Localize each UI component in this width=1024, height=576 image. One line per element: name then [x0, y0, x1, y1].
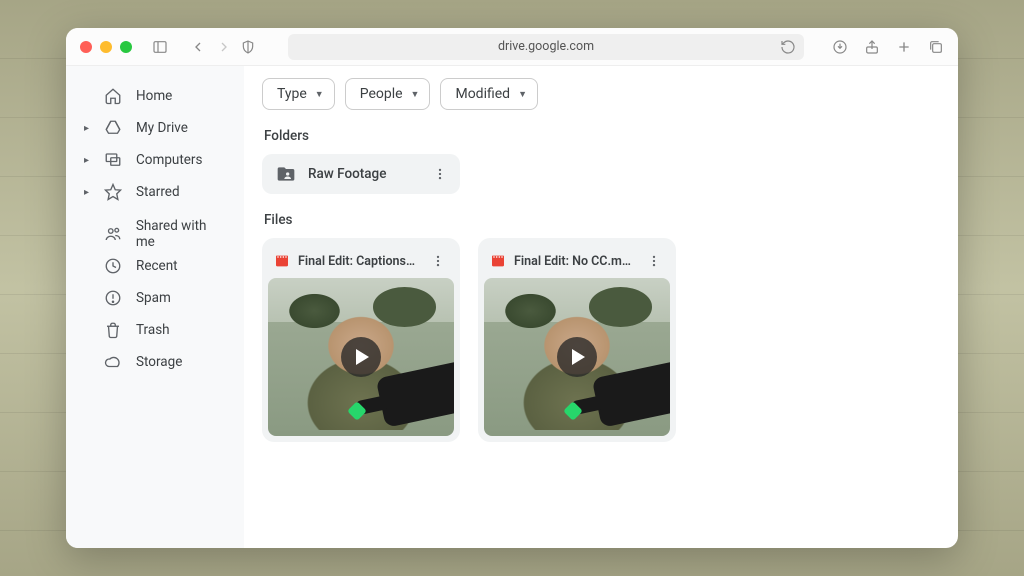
section-heading-files: Files — [264, 212, 940, 228]
kebab-icon — [431, 254, 445, 268]
video-file-icon — [274, 253, 290, 269]
chevron-down-icon: ▼ — [518, 89, 527, 100]
sidebar-item-starred[interactable]: ▸ Starred — [74, 176, 236, 208]
titlebar-right — [832, 39, 944, 55]
main-content: Type ▼ People ▼ Modified ▼ Folders Raw F… — [244, 66, 958, 548]
filter-type[interactable]: Type ▼ — [262, 78, 335, 110]
window-controls — [80, 41, 132, 53]
sidebar-item-label: Trash — [136, 322, 170, 338]
thumbnail-decor — [592, 362, 670, 428]
chevron-down-icon: ▼ — [411, 89, 420, 100]
file-grid: Final Edit: Captions.mp4 — [262, 238, 940, 442]
url-text: drive.google.com — [498, 39, 594, 54]
sidebar-group-primary: Home ▸ My Drive ▸ Computers ▸ Starred — [74, 80, 236, 208]
kebab-icon — [647, 254, 661, 268]
file-header: Final Edit: No CC.mp4 — [484, 244, 670, 278]
sidebar-item-spam[interactable]: Spam — [74, 282, 236, 314]
sidebar-item-home[interactable]: Home — [74, 80, 236, 112]
new-tab-icon[interactable] — [896, 39, 912, 55]
folder-name: Raw Footage — [308, 166, 416, 182]
sidebar-item-storage[interactable]: Storage — [74, 346, 236, 378]
share-icon[interactable] — [864, 39, 880, 55]
sidebar-item-label: Computers — [136, 152, 202, 168]
sidebar-item-recent[interactable]: Recent — [74, 250, 236, 282]
expand-caret-icon[interactable]: ▸ — [84, 123, 90, 134]
sidebar-item-label: Starred — [136, 184, 180, 200]
reload-icon[interactable] — [780, 39, 796, 55]
home-icon — [104, 87, 122, 105]
section-heading-folders: Folders — [264, 128, 940, 144]
url-bar[interactable]: drive.google.com — [288, 34, 804, 60]
expand-caret-icon[interactable]: ▸ — [84, 155, 90, 166]
chip-label: People — [360, 86, 403, 102]
trash-icon — [104, 321, 122, 339]
forward-button[interactable] — [216, 39, 232, 55]
file-more-button[interactable] — [426, 249, 450, 273]
file-name: Final Edit: No CC.mp4 — [514, 254, 634, 269]
filter-people[interactable]: People ▼ — [345, 78, 431, 110]
browser-window: drive.google.com Home ▸ My Drive — [66, 28, 958, 548]
app-body: Home ▸ My Drive ▸ Computers ▸ Starred — [66, 66, 958, 548]
maximize-window-button[interactable] — [120, 41, 132, 53]
file-card[interactable]: Final Edit: Captions.mp4 — [262, 238, 460, 442]
sidebar-toggle-icon[interactable] — [152, 39, 168, 55]
computers-icon — [104, 151, 122, 169]
filter-modified[interactable]: Modified ▼ — [440, 78, 538, 110]
sidebar: Home ▸ My Drive ▸ Computers ▸ Starred — [66, 66, 244, 548]
back-button[interactable] — [190, 39, 206, 55]
titlebar: drive.google.com — [66, 28, 958, 66]
nav-arrows — [190, 39, 232, 55]
folder-shared-icon — [276, 164, 296, 184]
folder-card[interactable]: Raw Footage — [262, 154, 460, 194]
minimize-window-button[interactable] — [100, 41, 112, 53]
sidebar-item-label: Home — [136, 88, 172, 104]
kebab-icon — [433, 167, 447, 181]
file-name: Final Edit: Captions.mp4 — [298, 254, 418, 269]
spam-icon — [104, 289, 122, 307]
filter-chips: Type ▼ People ▼ Modified ▼ — [262, 78, 940, 110]
file-header: Final Edit: Captions.mp4 — [268, 244, 454, 278]
sidebar-item-label: Recent — [136, 258, 178, 274]
video-file-icon — [490, 253, 506, 269]
chevron-down-icon: ▼ — [315, 89, 324, 100]
cloud-icon — [104, 353, 122, 371]
expand-caret-icon[interactable]: ▸ — [84, 187, 90, 198]
shared-icon — [104, 225, 122, 243]
file-card[interactable]: Final Edit: No CC.mp4 — [478, 238, 676, 442]
privacy-shield-icon[interactable] — [240, 39, 256, 55]
sidebar-item-trash[interactable]: Trash — [74, 314, 236, 346]
drive-icon — [104, 119, 122, 137]
tabs-overview-icon[interactable] — [928, 39, 944, 55]
sidebar-item-label: Shared with me — [136, 218, 226, 250]
sidebar-item-shared[interactable]: Shared with me — [74, 218, 236, 250]
sidebar-item-my-drive[interactable]: ▸ My Drive — [74, 112, 236, 144]
sidebar-item-computers[interactable]: ▸ Computers — [74, 144, 236, 176]
sidebar-item-label: Spam — [136, 290, 171, 306]
downloads-icon[interactable] — [832, 39, 848, 55]
video-thumbnail[interactable] — [484, 278, 670, 436]
file-more-button[interactable] — [642, 249, 666, 273]
close-window-button[interactable] — [80, 41, 92, 53]
video-thumbnail[interactable] — [268, 278, 454, 436]
folder-more-button[interactable] — [428, 162, 452, 186]
sidebar-group-secondary: Shared with me Recent Spam Trash — [74, 218, 236, 378]
play-icon — [557, 337, 597, 377]
star-icon — [104, 183, 122, 201]
chip-label: Type — [277, 86, 307, 102]
play-icon — [341, 337, 381, 377]
sidebar-item-label: My Drive — [136, 120, 188, 136]
chip-label: Modified — [455, 86, 510, 102]
sidebar-item-label: Storage — [136, 354, 182, 370]
thumbnail-decor — [376, 362, 454, 428]
recent-icon — [104, 257, 122, 275]
